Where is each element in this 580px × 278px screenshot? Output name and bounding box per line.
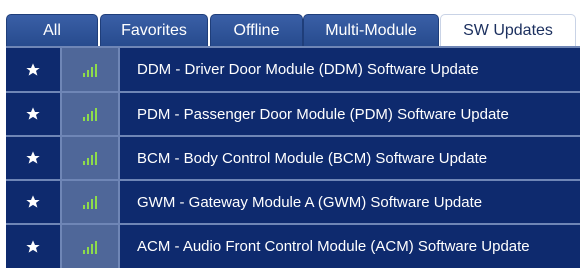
list-item-label[interactable]: BCM - Body Control Module (BCM) Software… bbox=[120, 137, 580, 179]
tab-bar: All Favorites Offline Multi-Module SW Up… bbox=[6, 14, 580, 46]
list-item-label[interactable]: DDM - Driver Door Module (DDM) Software … bbox=[120, 48, 580, 91]
star-icon bbox=[26, 239, 40, 253]
list-item-label[interactable]: GWM - Gateway Module A (GWM) Software Up… bbox=[120, 181, 580, 223]
list-item[interactable]: ACM - Audio Front Control Module (ACM) S… bbox=[6, 223, 580, 268]
signal-cell bbox=[62, 93, 120, 135]
signal-bars-icon bbox=[83, 240, 97, 254]
list-item[interactable]: DDM - Driver Door Module (DDM) Software … bbox=[6, 46, 580, 91]
tab-offline[interactable]: Offline bbox=[210, 14, 303, 46]
signal-cell bbox=[62, 225, 120, 268]
list-item[interactable]: PDM - Passenger Door Module (PDM) Softwa… bbox=[6, 91, 580, 135]
signal-cell bbox=[62, 48, 120, 91]
star-icon bbox=[26, 62, 40, 76]
favorite-star-button[interactable] bbox=[6, 137, 62, 179]
signal-bars-icon bbox=[83, 195, 97, 209]
star-icon bbox=[26, 151, 40, 164]
star-icon bbox=[26, 195, 40, 208]
signal-bars-icon bbox=[83, 151, 97, 165]
favorite-star-button[interactable] bbox=[6, 181, 62, 223]
tab-favorites[interactable]: Favorites bbox=[100, 14, 208, 46]
list-item-label[interactable]: PDM - Passenger Door Module (PDM) Softwa… bbox=[120, 93, 580, 135]
signal-bars-icon bbox=[83, 63, 97, 77]
signal-bars-icon bbox=[83, 107, 97, 121]
list-item-label[interactable]: ACM - Audio Front Control Module (ACM) S… bbox=[120, 225, 580, 268]
signal-cell bbox=[62, 181, 120, 223]
favorite-star-button[interactable] bbox=[6, 225, 62, 268]
list-item[interactable]: BCM - Body Control Module (BCM) Software… bbox=[6, 135, 580, 179]
tab-multi-module[interactable]: Multi-Module bbox=[303, 14, 439, 46]
software-update-list: DDM - Driver Door Module (DDM) Software … bbox=[6, 46, 580, 268]
tab-sw-updates[interactable]: SW Updates bbox=[440, 14, 576, 46]
star-icon bbox=[26, 107, 40, 120]
favorite-star-button[interactable] bbox=[6, 93, 62, 135]
tab-all[interactable]: All bbox=[6, 14, 98, 46]
favorite-star-button[interactable] bbox=[6, 48, 62, 91]
list-item[interactable]: GWM - Gateway Module A (GWM) Software Up… bbox=[6, 179, 580, 223]
signal-cell bbox=[62, 137, 120, 179]
